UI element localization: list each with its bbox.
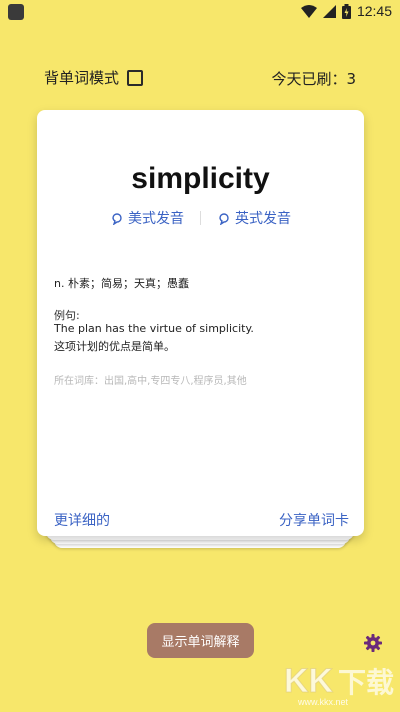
app-notification-icon [8, 4, 24, 20]
divider [200, 211, 201, 225]
word-card[interactable]: simplicity 美式发音 英式发音 n. 朴素；简易；天真；愚蠢 例句: … [37, 110, 364, 536]
example-sentence-zh: 这项计划的优点是简单。 [54, 340, 175, 353]
watermark-url: www.kkx.net [298, 697, 349, 707]
word-meaning: n. 朴素；简易；天真；愚蠢 [54, 277, 189, 290]
svg-text:KK: KK [284, 662, 334, 700]
recite-mode-checkbox[interactable] [127, 69, 144, 86]
signal-icon [322, 4, 336, 18]
speaker-icon [219, 213, 229, 225]
uk-pronunciation-button[interactable]: 英式发音 [217, 208, 291, 228]
status-icons: 12:45 [300, 3, 392, 19]
today-label: 今天已刷： [271, 70, 347, 88]
uk-pronunciation-label: 英式发音 [235, 211, 291, 227]
today-count: 今天已刷：3 [271, 68, 356, 89]
recite-mode-label: 背单词模式 [44, 69, 120, 87]
wifi-icon [300, 4, 317, 18]
word-title: simplicity [131, 162, 270, 195]
pronunciation-row: 美式发音 英式发音 [37, 208, 364, 228]
more-details-link[interactable]: 更详细的 [54, 510, 110, 530]
example-label: 例句: [54, 309, 80, 322]
show-explanation-button[interactable]: 显示单词解释 [147, 623, 254, 658]
status-bar: 12:45 [0, 0, 400, 26]
recite-mode-toggle[interactable]: 背单词模式 [44, 67, 144, 88]
us-pronunciation-label: 美式发音 [128, 211, 184, 227]
status-time: 12:45 [356, 3, 392, 19]
speaker-icon [112, 213, 122, 225]
today-number: 3 [346, 70, 356, 88]
gear-icon[interactable] [363, 633, 383, 653]
share-card-link[interactable]: 分享单词卡 [279, 510, 349, 530]
svg-text:下载: 下载 [338, 666, 394, 699]
battery-icon [341, 3, 351, 19]
word-tags: 所在词库：出国,高中,专四专八,程序员,其他 [54, 376, 247, 387]
us-pronunciation-button[interactable]: 美式发音 [110, 208, 184, 228]
example-sentence-en: The plan has the virtue of simplicity. [54, 322, 254, 335]
